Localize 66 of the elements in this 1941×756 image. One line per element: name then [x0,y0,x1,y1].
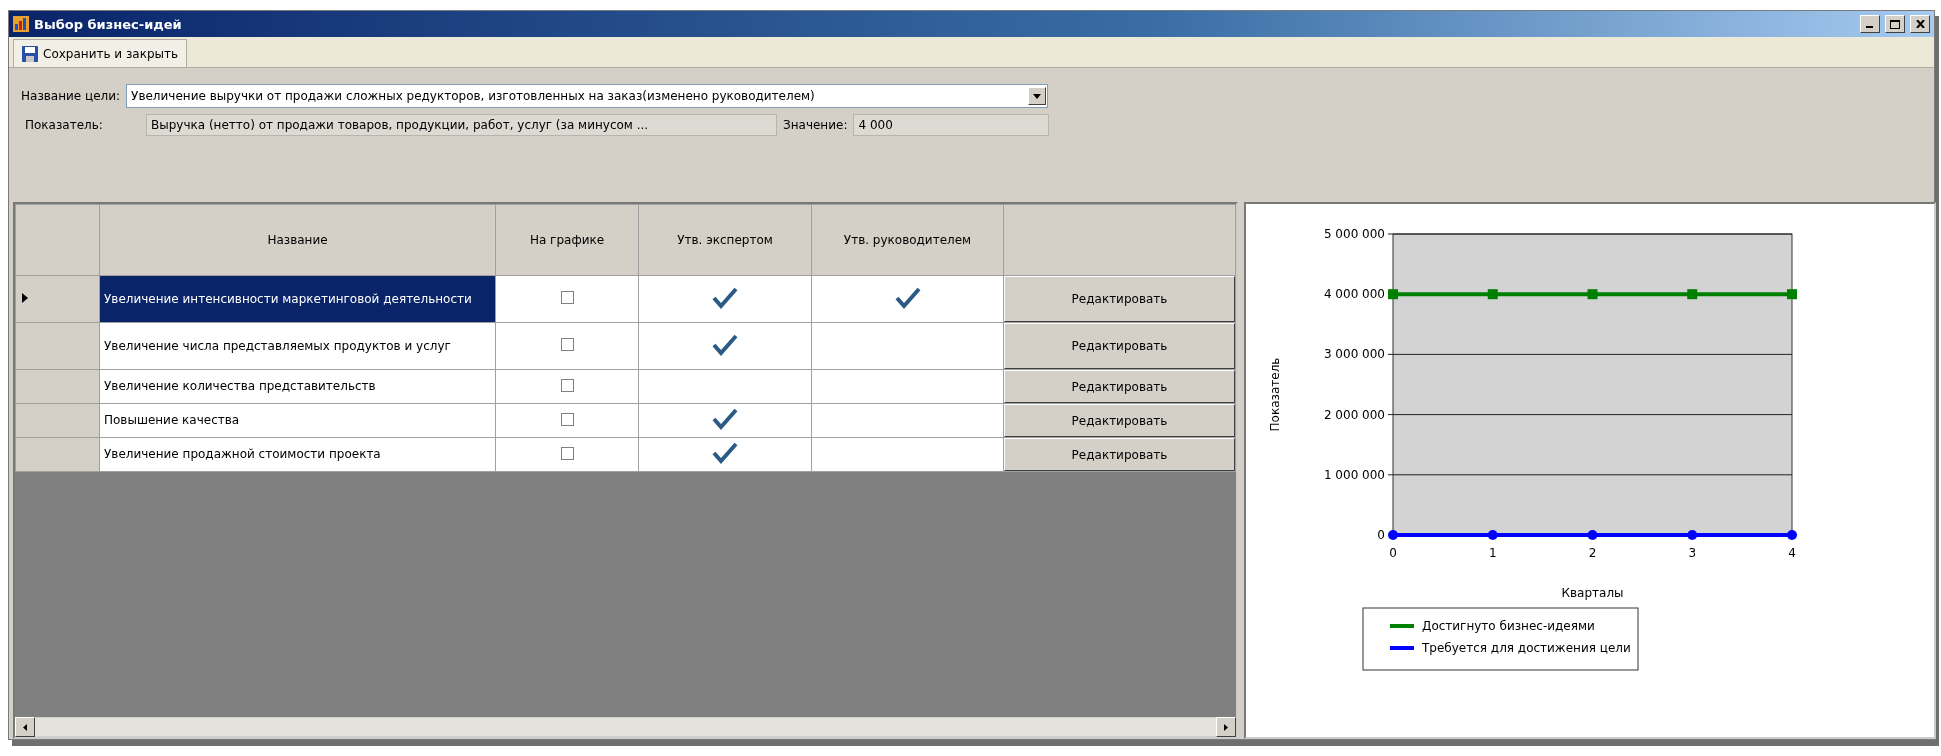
goal-dropdown[interactable]: Увеличение выручки от продажи сложных редукторов, изготовленных на заказ(изменено руководителем) [126,84,1049,108]
edit-button[interactable]: Редактировать [1004,276,1235,322]
maximize-button[interactable] [1885,15,1905,33]
maximize-icon [1890,19,1900,29]
field-label: Значение: [783,118,848,132]
data-point [1587,530,1598,540]
checkbox[interactable] [560,412,574,426]
value-field: 4 000 [853,114,1050,136]
data-point [1787,530,1797,540]
axis-tick-label: 4 000 000 [1323,287,1385,302]
data-point [1587,289,1598,300]
edit-button[interactable]: Редактировать [1004,323,1235,369]
data-point [1787,289,1797,300]
table-cell[interactable]: Увеличение числа представляемых продуктов и услуг [99,322,496,370]
dropdown-button[interactable] [1028,87,1047,105]
column-header[interactable]: Утв. экспертом [638,204,812,276]
data-point [1487,530,1498,540]
app-icon [13,16,29,32]
scroll-left-button[interactable] [15,717,35,737]
close-icon [1915,20,1925,28]
column-header[interactable]: На графике [495,204,639,276]
data-point [1388,289,1398,300]
left-arrow-icon [23,723,27,731]
data-point [1388,530,1398,540]
indicator-field: Выручка (нетто) от продажи товаров, продукции, работ, услуг (за минусом ... [146,114,777,136]
checkbox[interactable] [560,291,574,304]
edit-button[interactable]: Редактировать [1004,404,1235,437]
table-cell[interactable]: Увеличение продажной стоимости проекта [99,437,496,472]
edit-button[interactable]: Редактировать [1004,438,1235,471]
axis-tick-label: 0 [1377,528,1385,542]
axis-tick-label: 3 000 000 [1323,347,1385,362]
axis-tick-label: 2 [1588,546,1597,560]
column-header[interactable]: Название [99,204,496,276]
table-cell[interactable]: Увеличение интенсивности маркетинговой деятельности [99,275,496,323]
table-cell[interactable]: Увеличение количества представительств [99,369,496,404]
caret-icon [1033,93,1042,99]
axis-tick-label: 1 000 000 [1323,467,1385,482]
save-button[interactable]: Сохранить и закрыть [13,39,188,67]
save-icon [22,45,38,62]
axis-title: Кварталы [1561,586,1624,600]
field-label: Название цели: [21,89,121,103]
axis-tick-label: 5 000 000 [1323,227,1385,241]
axis-title: Показатель [1268,357,1282,432]
column-header[interactable]: Утв. руководителем [811,204,1004,276]
axis-tick-label: 4 [1788,546,1796,560]
axis-tick-label: 0 [1389,546,1397,560]
axis-tick-label: 2 000 000 [1323,407,1385,422]
data-point [1487,289,1498,300]
minimize-button[interactable] [1860,15,1880,33]
scroll-right-button[interactable] [1216,717,1236,737]
data-point [1687,289,1698,300]
axis-tick-label: 3 [1688,546,1697,560]
field-label: Показатель: [24,118,104,132]
legend-label: Требуется для достижения цели [1422,641,1631,655]
edit-button[interactable]: Редактировать [1004,370,1235,403]
checkbox[interactable] [560,378,574,392]
table-cell[interactable]: Повышение качества [99,403,496,438]
horizontal-scrollbar[interactable] [15,717,1236,737]
legend-label: Достигнуто бизнес-идеями [1422,619,1595,633]
right-arrow-icon [1224,723,1228,731]
checkbox[interactable] [560,446,574,460]
close-button[interactable] [1910,15,1930,33]
window-title: Выбор бизнес-идей [34,16,182,32]
checkbox[interactable] [560,338,574,351]
axis-tick-label: 1 [1488,546,1497,560]
data-point [1687,530,1698,540]
